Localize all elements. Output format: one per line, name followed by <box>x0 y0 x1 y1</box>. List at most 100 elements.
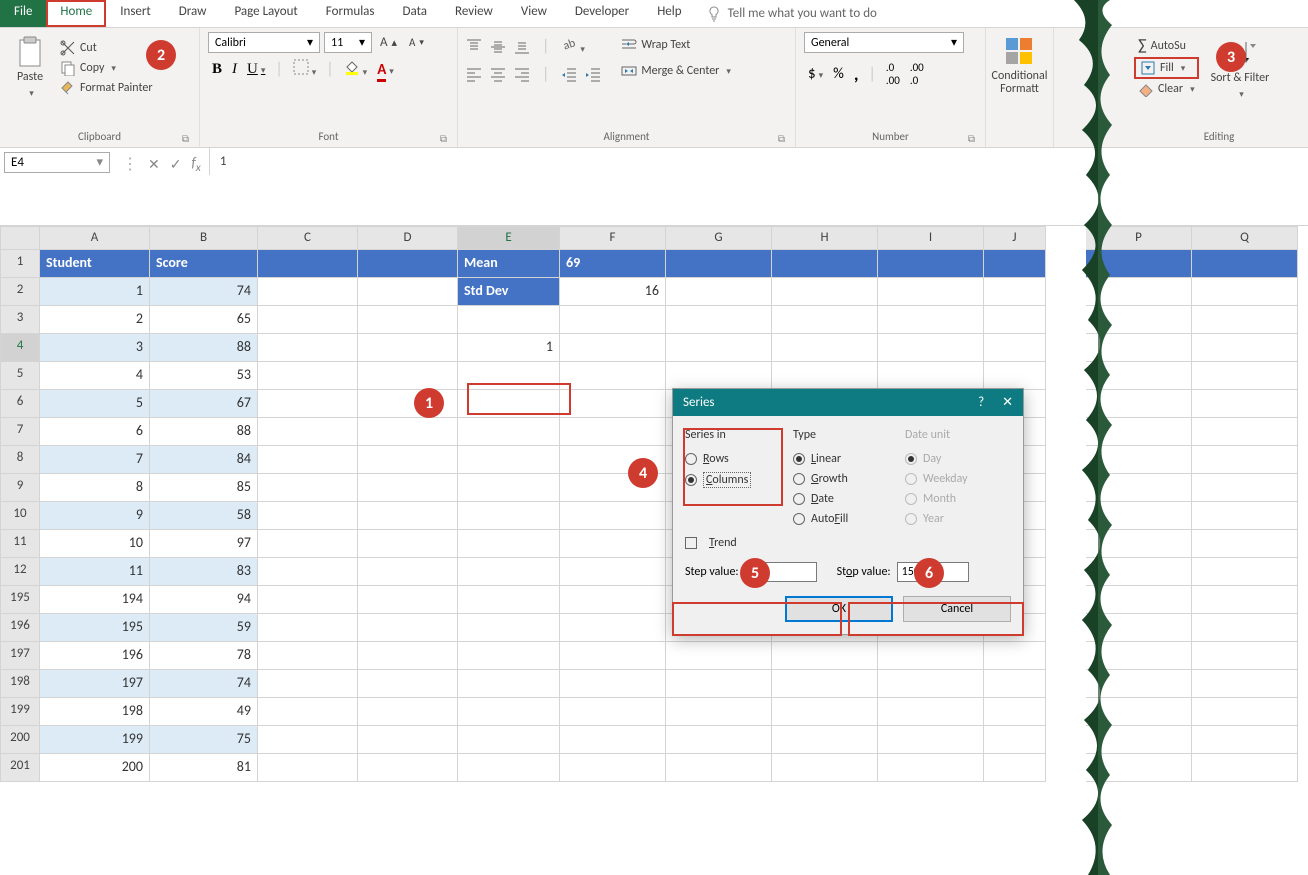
cell[interactable] <box>1086 670 1192 698</box>
tell-me-search[interactable]: Tell me what you want to do <box>696 0 887 27</box>
select-all-corner[interactable] <box>0 226 40 250</box>
increase-font-button[interactable]: A▴ <box>376 33 401 52</box>
cell[interactable] <box>878 698 984 726</box>
accounting-button[interactable]: $ <box>808 65 823 83</box>
cell[interactable] <box>458 446 560 474</box>
cell[interactable]: 88 <box>150 418 258 446</box>
radio-date[interactable]: Date <box>793 492 893 506</box>
row-header[interactable]: 11 <box>0 530 40 558</box>
increase-indent-icon[interactable] <box>585 67 601 83</box>
cell[interactable] <box>984 334 1046 362</box>
cancel-edit-button[interactable]: ✕ <box>148 156 160 173</box>
cell[interactable]: 84 <box>150 446 258 474</box>
insert-function-button[interactable]: ⋮ <box>122 154 138 174</box>
cell[interactable] <box>1192 446 1298 474</box>
tab-view[interactable]: View <box>507 0 561 27</box>
number-format-select[interactable]: General▾ <box>804 32 964 53</box>
dialog-help-button[interactable]: ? <box>978 395 984 410</box>
cell[interactable] <box>458 474 560 502</box>
underline-button[interactable]: U <box>247 61 265 78</box>
cell[interactable] <box>1086 390 1192 418</box>
cell[interactable]: 3 <box>40 334 150 362</box>
cell[interactable] <box>984 670 1046 698</box>
cell[interactable] <box>1192 754 1298 782</box>
wrap-text-button[interactable]: Wrap Text <box>617 35 735 55</box>
format-painter-button[interactable]: Format Painter <box>56 78 157 98</box>
cell[interactable] <box>666 642 772 670</box>
cancel-button[interactable]: Cancel <box>903 596 1011 622</box>
col-header-p[interactable]: P <box>1086 226 1192 250</box>
row-header[interactable]: 201 <box>0 754 40 782</box>
cell[interactable]: 83 <box>150 558 258 586</box>
cell[interactable] <box>984 278 1046 306</box>
decrease-font-button[interactable]: A▾ <box>405 34 428 51</box>
cell[interactable]: 53 <box>150 362 258 390</box>
cell[interactable]: Student <box>40 250 150 278</box>
cell[interactable] <box>560 334 666 362</box>
cell[interactable] <box>358 250 458 278</box>
cell[interactable] <box>358 446 458 474</box>
cell[interactable] <box>984 250 1046 278</box>
col-header-i[interactable]: I <box>878 226 984 250</box>
cell[interactable] <box>1192 502 1298 530</box>
cell[interactable] <box>458 642 560 670</box>
row-header[interactable]: 12 <box>0 558 40 586</box>
cell[interactable] <box>258 362 358 390</box>
cell[interactable]: Score <box>150 250 258 278</box>
cell[interactable] <box>1192 306 1298 334</box>
cell[interactable] <box>1192 670 1298 698</box>
fill-button[interactable]: Fill <box>1134 57 1199 79</box>
radio-growth[interactable]: Growth <box>793 472 893 486</box>
cell[interactable] <box>458 586 560 614</box>
cell[interactable] <box>666 754 772 782</box>
cell[interactable]: 74 <box>150 278 258 306</box>
cell[interactable]: 197 <box>40 670 150 698</box>
decrease-indent-icon[interactable] <box>561 67 577 83</box>
cell[interactable]: 94 <box>150 586 258 614</box>
font-size-select[interactable]: 11▾ <box>324 32 372 53</box>
cell[interactable] <box>878 278 984 306</box>
cell[interactable] <box>560 418 666 446</box>
merge-center-button[interactable]: Merge & Center <box>617 61 735 81</box>
cell[interactable] <box>258 642 358 670</box>
cell[interactable] <box>1086 446 1192 474</box>
cell[interactable] <box>1086 306 1192 334</box>
col-header-j[interactable]: J <box>984 226 1046 250</box>
cell[interactable] <box>878 362 984 390</box>
cell[interactable] <box>772 306 878 334</box>
row-header[interactable]: 8 <box>0 446 40 474</box>
cell[interactable]: 97 <box>150 530 258 558</box>
cell[interactable] <box>1086 642 1192 670</box>
cell[interactable] <box>258 614 358 642</box>
cell[interactable] <box>358 614 458 642</box>
col-header-f[interactable]: F <box>560 226 666 250</box>
cell[interactable] <box>666 698 772 726</box>
cell[interactable]: 78 <box>150 642 258 670</box>
cell[interactable] <box>560 754 666 782</box>
radio-autofill[interactable]: AutoFill <box>793 512 893 526</box>
cell[interactable] <box>1086 726 1192 754</box>
align-right-icon[interactable] <box>514 67 530 83</box>
border-button[interactable] <box>293 59 317 80</box>
cell[interactable] <box>666 362 772 390</box>
cell[interactable] <box>1192 698 1298 726</box>
cell[interactable] <box>560 670 666 698</box>
row-header[interactable]: 200 <box>0 726 40 754</box>
fx-icon[interactable]: fx <box>191 154 200 175</box>
cell[interactable]: 67 <box>150 390 258 418</box>
name-box[interactable]: E4▾ <box>4 152 110 173</box>
cell[interactable] <box>458 754 560 782</box>
cell[interactable] <box>1192 726 1298 754</box>
align-middle-icon[interactable] <box>490 39 506 55</box>
cell[interactable] <box>458 390 560 418</box>
cell[interactable] <box>984 698 1046 726</box>
cell[interactable]: 1 <box>40 278 150 306</box>
cell[interactable] <box>458 418 560 446</box>
cell[interactable] <box>258 698 358 726</box>
cell[interactable] <box>1086 334 1192 362</box>
cell[interactable] <box>258 530 358 558</box>
cell[interactable] <box>1086 362 1192 390</box>
col-header-c[interactable]: C <box>258 226 358 250</box>
cell[interactable] <box>358 502 458 530</box>
align-bottom-icon[interactable] <box>514 39 530 55</box>
